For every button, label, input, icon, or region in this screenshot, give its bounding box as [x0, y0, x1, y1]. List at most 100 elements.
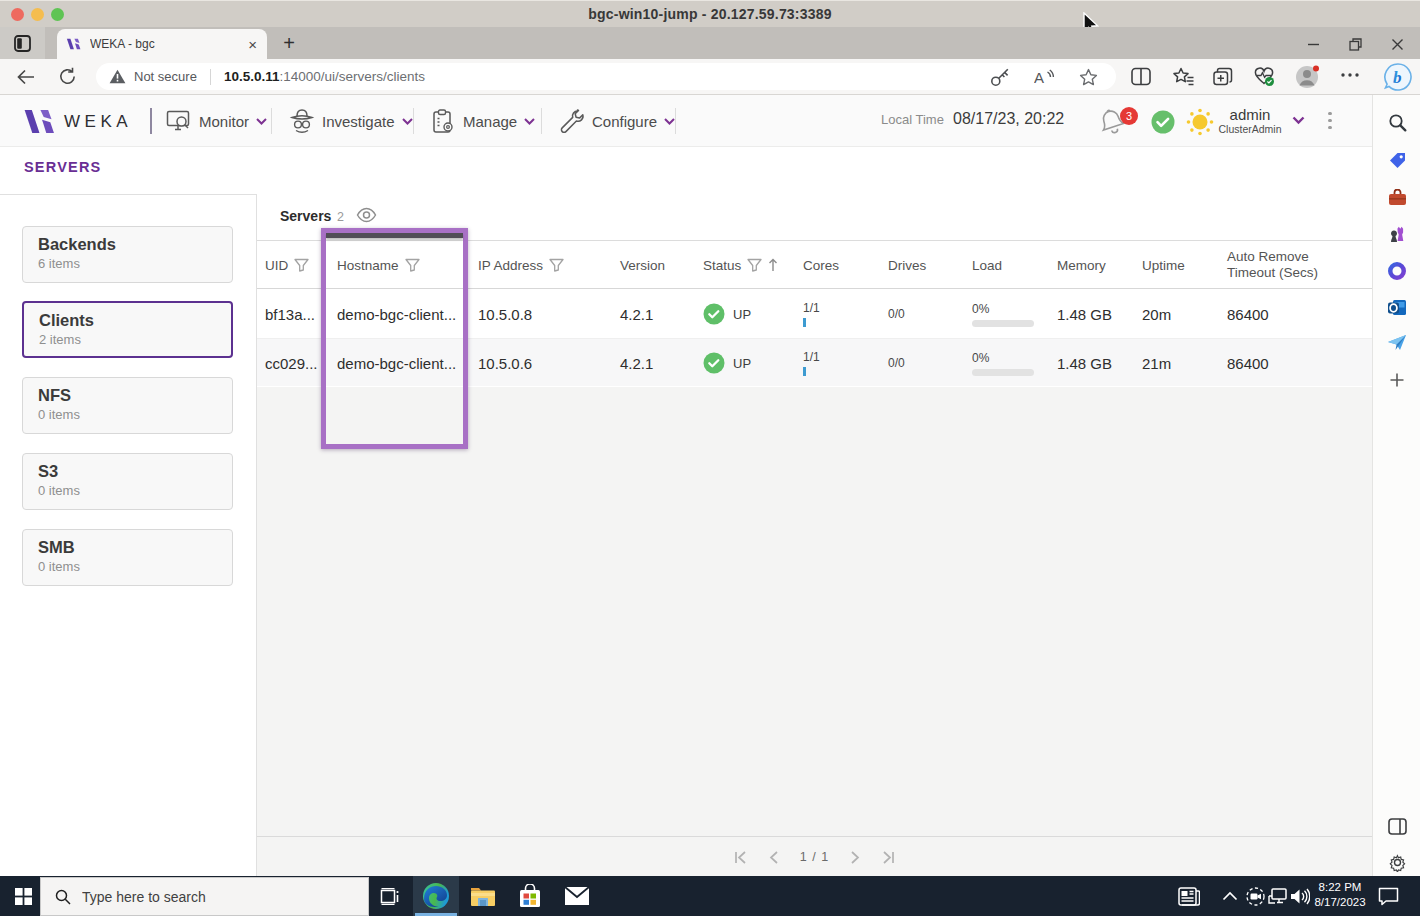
tray-network-icon[interactable] — [1268, 876, 1288, 916]
cell-timeout: 86400 — [1227, 339, 1269, 387]
user-role: ClusterAdmin — [1216, 123, 1284, 135]
collections-icon[interactable] — [1213, 67, 1233, 86]
favorites-hub-icon[interactable] — [1173, 67, 1194, 86]
profile-alert-dot — [1313, 66, 1319, 72]
nav-investigate[interactable]: Investigate — [289, 106, 413, 136]
window-minimize-button[interactable] — [1298, 35, 1328, 53]
sidebar-add-icon[interactable] — [1384, 367, 1410, 393]
sidebar-drop-icon[interactable] — [1384, 330, 1410, 356]
sort-ascending-icon[interactable] — [768, 258, 778, 272]
window-close-button[interactable] — [1382, 35, 1412, 53]
taskbar-edge-button[interactable] — [413, 876, 459, 916]
tab-workspaces-button[interactable] — [0, 27, 45, 59]
column-header-uid[interactable]: UID — [265, 241, 309, 289]
not-secure-label[interactable]: Not secure — [134, 69, 197, 84]
sidebar-shopping-icon[interactable] — [1384, 147, 1410, 173]
last-page-button[interactable] — [882, 851, 895, 864]
cell-memory: 1.48 GB — [1057, 290, 1112, 338]
nav-configure[interactable]: Configure — [559, 106, 675, 136]
cluster-health-ok-icon[interactable] — [1150, 109, 1176, 135]
split-screen-icon[interactable] — [1131, 67, 1151, 86]
nav-monitor-label: Monitor — [199, 113, 249, 130]
cell-timeout: 86400 — [1227, 290, 1269, 338]
table-empty-area — [257, 387, 1372, 836]
theme-sun-icon[interactable] — [1186, 108, 1214, 136]
profile-avatar[interactable] — [1295, 65, 1319, 89]
password-key-icon[interactable] — [990, 67, 1010, 87]
prev-page-button[interactable] — [769, 851, 778, 864]
tray-clock[interactable]: 8:22 PM 8/17/2023 — [1312, 880, 1368, 910]
taskbar-search-input[interactable] — [82, 889, 322, 905]
read-aloud-icon[interactable]: A — [1034, 68, 1055, 86]
header-kebab-menu[interactable] — [1325, 108, 1335, 133]
favorite-star-icon[interactable] — [1079, 68, 1098, 86]
pagination-bar: 1 / 1 — [257, 836, 1372, 876]
browser-menu-icon[interactable] — [1340, 72, 1360, 78]
sidebar-tools-icon[interactable] — [1384, 184, 1410, 210]
taskbar-store-button[interactable] — [507, 876, 553, 916]
new-tab-button[interactable]: + — [278, 33, 300, 55]
column-header-status[interactable]: Status — [703, 241, 778, 289]
tray-meet-now-icon[interactable] — [1246, 876, 1265, 916]
clock-date: 8/17/2023 — [1312, 895, 1368, 910]
tab-title: WEKA - bgc — [90, 37, 248, 51]
close-icon — [1391, 38, 1404, 51]
url-omnibox[interactable]: Not secure 10.5.0.11:14000/ui/servers/cl… — [96, 63, 1116, 90]
filter-icon[interactable] — [549, 258, 564, 272]
store-icon — [519, 884, 541, 908]
taskbar-file-explorer-button[interactable] — [460, 876, 506, 916]
cell-ip: 10.5.0.6 — [478, 339, 532, 387]
taskbar-search-box[interactable] — [40, 877, 369, 916]
column-header-drives[interactable]: Drives — [888, 241, 926, 289]
window-restore-button[interactable] — [1340, 35, 1370, 53]
sidebar-card-clients[interactable]: Clients 2 items — [22, 301, 233, 358]
nav-monitor[interactable]: Monitor — [166, 106, 267, 136]
filter-icon[interactable] — [747, 258, 762, 272]
tray-action-center-icon[interactable] — [1378, 876, 1399, 916]
column-header-version[interactable]: Version — [620, 241, 665, 289]
sidebar-games-icon[interactable] — [1384, 221, 1410, 247]
sidebar-card-smb[interactable]: SMB 0 items — [22, 529, 233, 586]
tray-news-icon[interactable] — [1178, 876, 1200, 916]
nav-manage[interactable]: Manage — [431, 106, 535, 136]
browser-essentials-icon[interactable] — [1253, 66, 1275, 87]
mail-icon — [564, 886, 590, 906]
sidebar-card-nfs[interactable]: NFS 0 items — [22, 377, 233, 434]
user-name[interactable]: admin — [1216, 106, 1284, 123]
page-indicator: 1 / 1 — [800, 850, 829, 864]
sidebar-panel-toggle-icon[interactable] — [1384, 813, 1410, 839]
favorites-hub-glyph — [1173, 67, 1194, 86]
tab-close-button[interactable]: × — [248, 37, 257, 52]
column-header-load[interactable]: Load — [972, 241, 1002, 289]
sidebar-card-s3[interactable]: S3 0 items — [22, 453, 233, 510]
column-header-cores[interactable]: Cores — [803, 241, 839, 289]
task-view-button[interactable] — [366, 876, 412, 916]
sidebar-settings-gear-icon[interactable] — [1384, 849, 1410, 875]
chevron-up-glyph — [1222, 891, 1238, 901]
tray-volume-icon[interactable] — [1290, 876, 1310, 916]
first-page-button[interactable] — [734, 851, 747, 864]
column-visibility-eye-icon[interactable] — [356, 207, 377, 223]
bing-chat-icon[interactable]: b — [1383, 62, 1413, 92]
bing-glyph: b — [1383, 62, 1413, 92]
back-button[interactable] — [16, 67, 36, 87]
sidebar-search-icon[interactable] — [1384, 109, 1410, 135]
column-header-memory[interactable]: Memory — [1057, 241, 1106, 289]
clock-time: 8:22 PM — [1312, 880, 1368, 895]
taskbar-mail-button[interactable] — [554, 876, 600, 916]
tray-show-hidden-icon[interactable] — [1222, 876, 1238, 916]
url-divider — [210, 69, 211, 85]
weka-logo-icon[interactable] — [22, 110, 56, 133]
sidebar-outlook-icon[interactable] — [1384, 294, 1410, 320]
sidebar-card-backends[interactable]: Backends 6 items — [22, 226, 233, 283]
browser-tab-weka[interactable]: WEKA - bgc × — [57, 29, 267, 59]
filter-icon[interactable] — [294, 258, 309, 272]
user-chevron-down-icon[interactable] — [1292, 116, 1305, 125]
column-header-timeout[interactable]: Auto Remove Timeout (Secs) — [1227, 241, 1318, 289]
refresh-button[interactable] — [58, 67, 77, 86]
cell-uptime: 20m — [1142, 290, 1171, 338]
column-header-uptime[interactable]: Uptime — [1142, 241, 1185, 289]
next-page-button[interactable] — [851, 851, 860, 864]
sidebar-microsoft365-icon[interactable] — [1384, 258, 1410, 284]
column-header-ip[interactable]: IP Address — [478, 241, 564, 289]
